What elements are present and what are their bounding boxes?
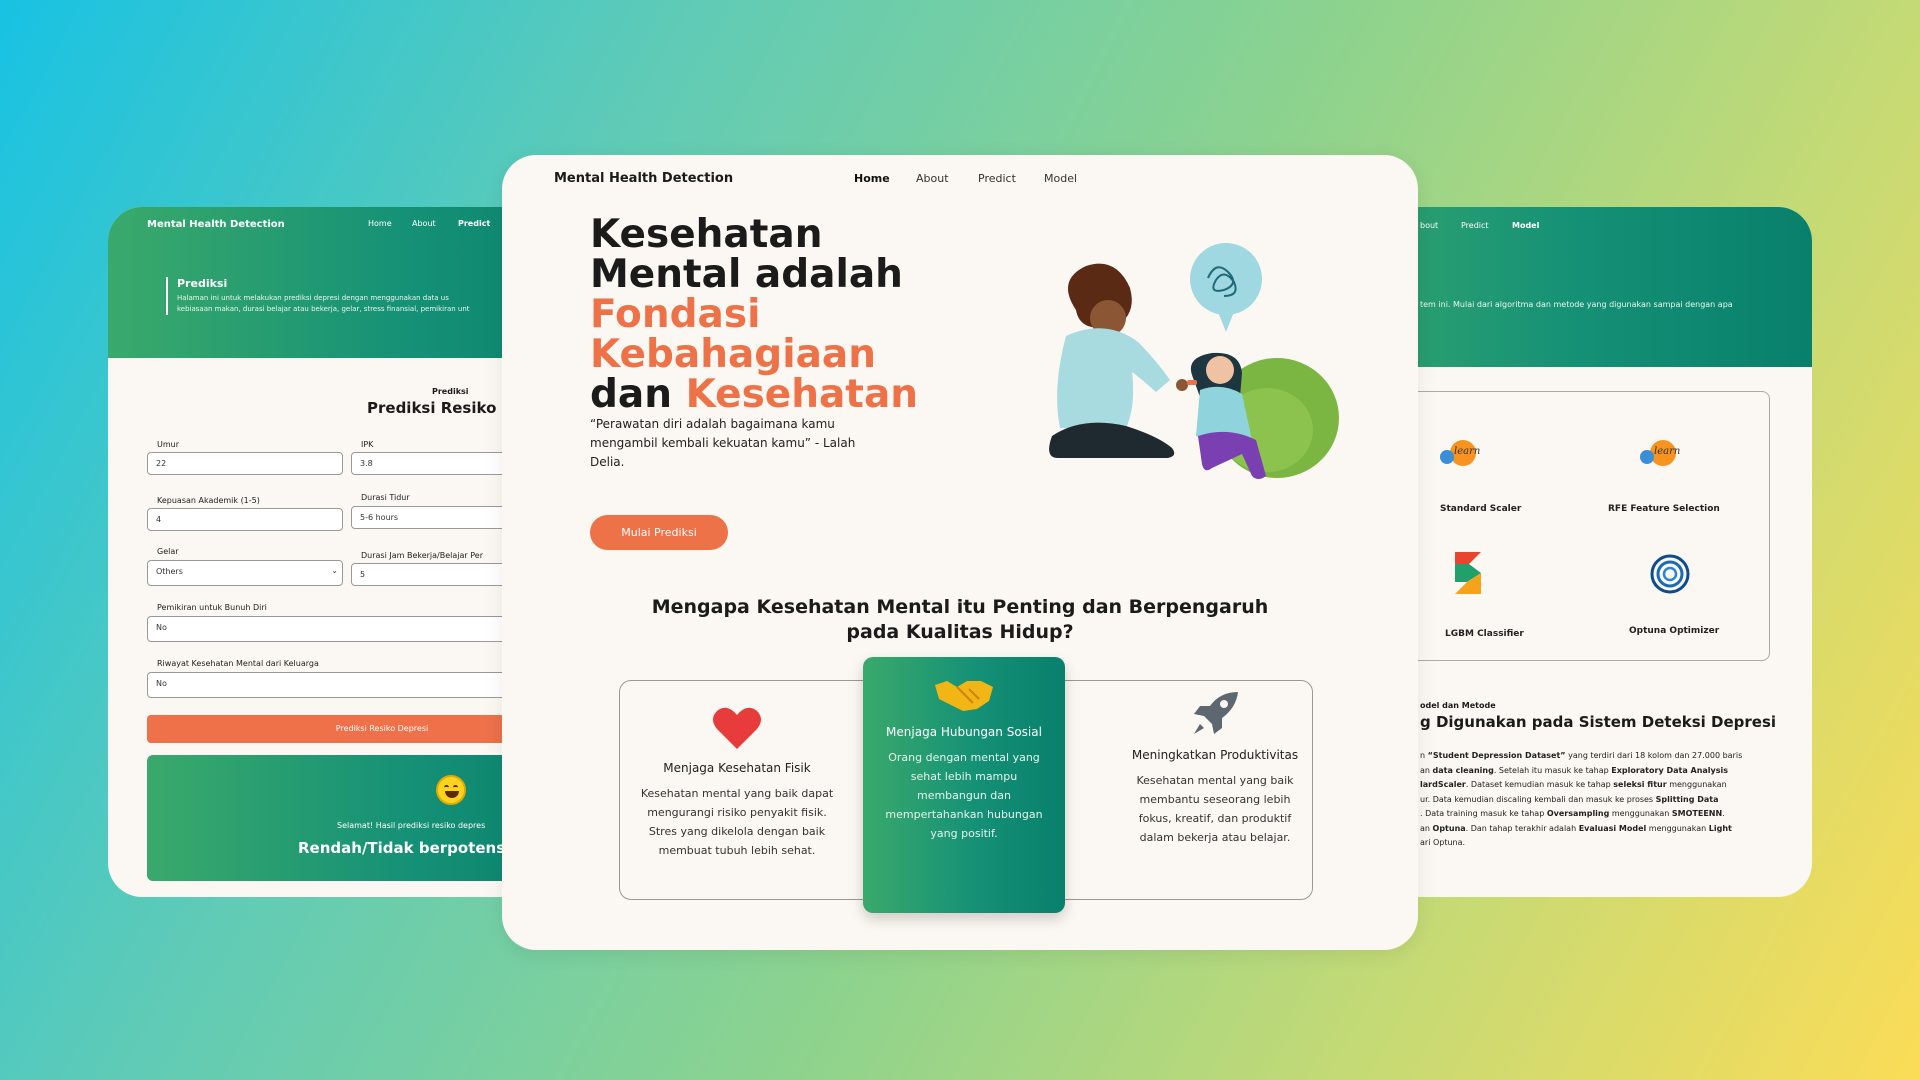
nav-about[interactable]: About [412, 219, 436, 228]
hero-highlight: Fondasi Kebahagiaan [590, 292, 876, 377]
hero-highlight: Kesehatan [685, 372, 919, 417]
feature-desc: Orang dengan mental yang sehat lebih mam… [885, 751, 1043, 840]
method-line: an data cleaning. Setelah itu masuk ke t… [1420, 765, 1729, 775]
hero-text: dan [590, 372, 686, 417]
model-name: Optuna Optimizer [1629, 626, 1720, 636]
method-description: n “Student Depression Dataset” yang terd… [1420, 749, 1792, 851]
handshake-icon [935, 681, 993, 711]
start-prediction-button[interactable]: Mulai Prediksi [590, 515, 728, 550]
feature-card: Menjaga Hubungan Sosial Orang dengan men… [877, 675, 1051, 843]
nav-predict[interactable]: Predict [978, 172, 1016, 185]
model-name: LGBM Classifier [1445, 629, 1524, 639]
model-name: Standard Scaler [1440, 504, 1522, 514]
why-heading: Mengapa Kesehatan Mental itu Penting dan… [651, 596, 1269, 643]
feature-desc: Kesehatan mental yang baik dapat mengura… [640, 787, 834, 857]
method-line: ur. Data kemudian discaling kembali dan … [1420, 794, 1719, 804]
feature-card: Menjaga Kesehatan Fisik Kesehatan mental… [637, 705, 837, 860]
durasi-tidur-label: Durasi Tidur [361, 493, 410, 502]
method-line: . Data training masuk ke tahap Oversampl… [1420, 809, 1725, 818]
lightgbm-logo [1455, 552, 1481, 594]
umur-input[interactable]: 22 [147, 452, 343, 475]
durasi-kerja-label: Durasi Jam Bekerja/Belajar Per [361, 551, 483, 560]
feature-desc: Kesehatan mental yang baik membantu sese… [1136, 774, 1294, 844]
model-name: RFE Feature Selection [1608, 504, 1720, 514]
feature-title: Menjaga Hubungan Sosial [886, 725, 1042, 739]
home-page-preview: Mental Health Detection Home About Predi… [502, 155, 1418, 950]
nav-about[interactable]: bout [1420, 221, 1438, 230]
sklearn-logo: learn [1640, 438, 1690, 466]
hero-quote: “Perawatan diri adalah bagaimana kamu me… [590, 417, 856, 469]
nav-home[interactable]: Home [368, 219, 392, 228]
sklearn-logo: learn [1440, 438, 1490, 466]
optuna-logo [1650, 554, 1690, 594]
method-line: n “Student Depression Dataset” yang terd… [1420, 751, 1743, 760]
rocket-icon [1194, 692, 1238, 734]
nav-home[interactable]: Home [854, 172, 890, 185]
method-line: ari Optuna. [1420, 838, 1466, 847]
ipk-label: IPK [361, 440, 374, 449]
gelar-select[interactable]: Others ⌄ [147, 560, 343, 586]
hero-illustration [1049, 243, 1339, 479]
model-section-desc: tem ini. Mulai dari algoritma dan metode… [1420, 300, 1733, 309]
nav-about[interactable]: About [916, 172, 949, 185]
method-kicker: odel dan Metode [1420, 701, 1496, 710]
umur-label: Umur [157, 440, 180, 449]
feature-card: Meningkatkan Produktivitas Kesehatan men… [1127, 690, 1303, 847]
kepuasan-label: Kepuasan Akademik (1-5) [157, 496, 260, 505]
sklearn-logo-text: learn [1454, 446, 1481, 457]
method-title: g Digunakan pada Sistem Deteksi Depresi [1420, 713, 1777, 731]
hero-text: Kesehatan Mental adalah [590, 212, 903, 297]
nav-model[interactable]: Model [1512, 221, 1539, 230]
nav-model[interactable]: Model [1044, 172, 1077, 185]
method-line: an Optuna. Dan tahap terakhir adalah Eva… [1420, 823, 1732, 833]
hero-heading: Kesehatan Mental adalah Fondasi Kebahagi… [590, 215, 970, 415]
method-line: lardScaler. Dataset kemudian masuk ke ta… [1420, 780, 1727, 789]
feature-title: Meningkatkan Produktivitas [1131, 748, 1299, 762]
sklearn-logo-text: learn [1654, 446, 1681, 457]
gelar-label: Gelar [157, 547, 179, 556]
heart-icon [713, 707, 761, 749]
brand-logo[interactable]: Mental Health Detection [554, 171, 733, 186]
grinning-face-icon [436, 775, 466, 805]
feature-title: Menjaga Kesehatan Fisik [663, 761, 811, 775]
bunuh-diri-label: Pemikiran untuk Bunuh Diri [157, 603, 267, 612]
result-message: Selamat! Hasil prediksi resiko depres [337, 821, 486, 830]
brand-logo[interactable]: Mental Health Detection [147, 219, 285, 230]
nav-predict[interactable]: Predict [458, 219, 490, 228]
gelar-value: Others [156, 567, 183, 576]
nav-predict[interactable]: Predict [1461, 221, 1489, 230]
chevron-down-icon: ⌄ [331, 566, 338, 575]
form-kicker: Prediksi [432, 387, 469, 396]
kepuasan-input[interactable]: 4 [147, 508, 343, 531]
riwayat-label: Riwayat Kesehatan Mental dari Keluarga [157, 659, 319, 668]
